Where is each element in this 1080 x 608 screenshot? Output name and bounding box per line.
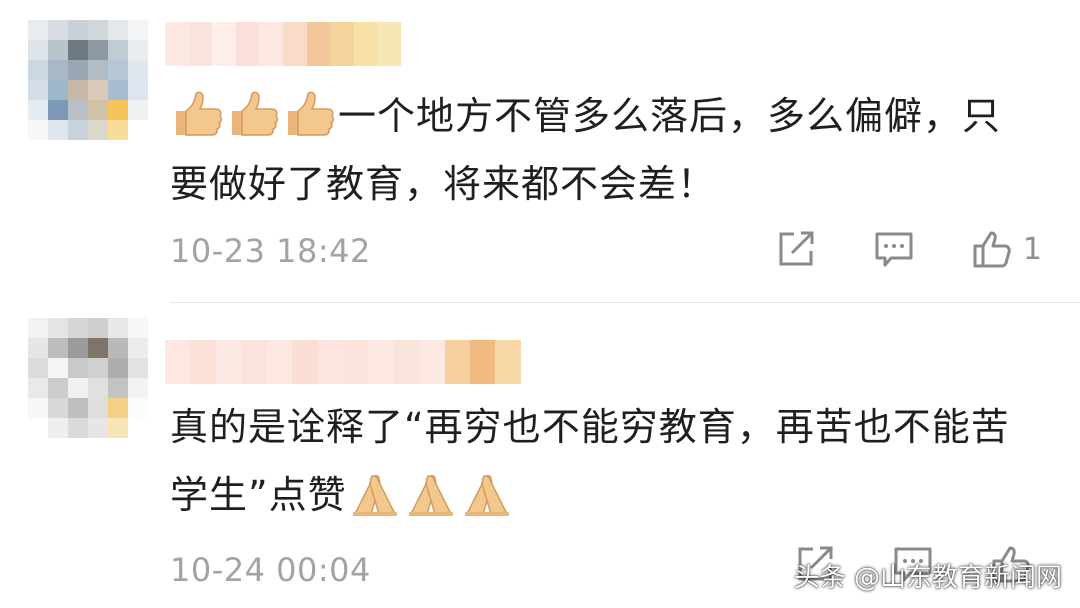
comment-item: 一个地方不管多么落后，多么偏僻，只要做好了教育，将来都不会差！ 10-23 18… [0,0,1080,303]
comment-actions: 1 [719,228,1042,270]
comment-text: 一个地方不管多么落后，多么偏僻，只要做好了教育，将来都不会差！ [170,82,1010,218]
comment-timestamp: 10-23 18:42 [170,232,371,270]
thumbs-up-emoji [170,89,226,139]
like-count: 1 [1022,231,1042,267]
praying-hands-emoji [403,468,459,518]
like-button[interactable]: 1 [971,228,1042,270]
share-icon [779,231,814,266]
comment-text: 真的是诠释了“再穷也不能穷教育，再苦也不能苦学生”点赞 [170,393,1010,529]
thumbs-up-emoji [226,89,282,139]
thumbs-up-emoji [282,89,338,139]
reply-button[interactable] [873,228,915,270]
watermark: 头条 @山东教育新闻网 [793,563,1062,593]
avatar[interactable] [28,318,148,438]
username[interactable] [165,340,521,384]
thumbs-up-icon [973,231,1011,268]
share-button[interactable] [775,228,817,270]
praying-hands-emoji [347,468,403,518]
avatar[interactable] [28,20,148,140]
username[interactable] [165,22,401,66]
comment-icon [875,232,913,267]
comment-timestamp: 10-24 00:04 [170,551,371,589]
comment-body: 真的是诠释了“再穷也不能穷教育，再苦也不能苦学生”点赞 [170,405,1010,517]
praying-hands-emoji [459,468,515,518]
